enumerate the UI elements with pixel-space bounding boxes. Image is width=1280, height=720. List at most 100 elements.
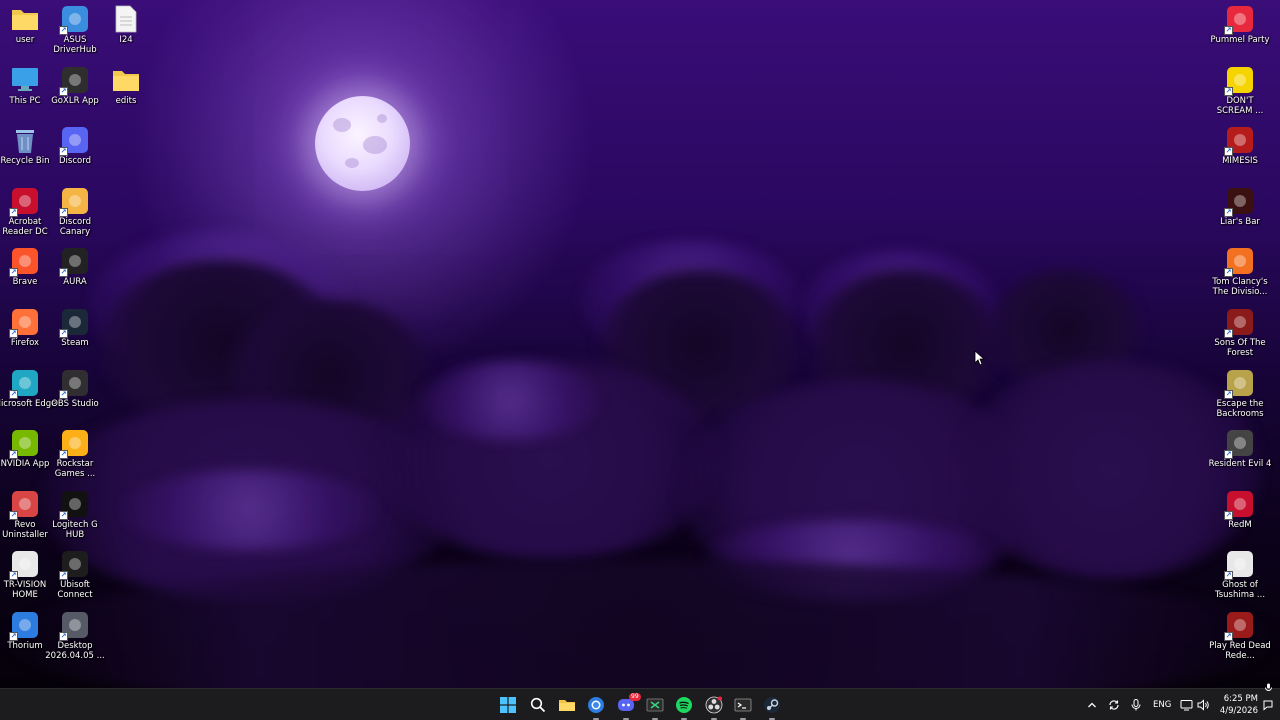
trvision-icon: ↗	[9, 550, 39, 581]
redm-icon: ↗	[1224, 490, 1254, 520]
steam-taskbar-button[interactable]	[760, 693, 784, 720]
desktop-icon-don-t-scream[interactable]: ↗ DON'T SCREAM ...	[1213, 66, 1267, 116]
desktop-icon-ghost-of-tsushima[interactable]: ↗ Ghost of Tsushima ...	[1213, 550, 1267, 600]
clock-date: 4/9/2026	[1219, 706, 1258, 716]
brave-icon: ↗	[9, 247, 39, 278]
ghost-tsushima-icon: ↗	[1224, 550, 1254, 581]
shortcut-arrow-icon: ↗	[59, 571, 68, 581]
desktop-icon-resident-evil-4[interactable]: ↗ Resident Evil 4	[1209, 429, 1271, 469]
notification-center-button[interactable]	[1258, 693, 1278, 717]
folder-icon	[112, 66, 140, 94]
desktop-icon-mimesis[interactable]: ↗ MIMESIS	[1213, 126, 1267, 166]
shortcut-arrow-icon: ↗	[9, 632, 18, 641]
video-file-icon: ↗	[59, 611, 89, 641]
mouse-cursor-icon	[974, 350, 986, 366]
thorium-taskbar-button[interactable]	[584, 693, 608, 720]
network-tray-button[interactable]	[1176, 693, 1196, 717]
shortcut-arrow-icon: ↗	[59, 26, 68, 35]
shortcut-arrow-icon: ↗	[59, 147, 68, 157]
microphone-tray-button[interactable]	[1126, 693, 1146, 717]
rockstar-icon: ↗	[59, 429, 89, 460]
shortcut-arrow-icon: ↗	[9, 450, 18, 460]
desktop-icon-label: Rockstar Games ...	[54, 459, 96, 480]
desktop-icon-play-red-dead-rede[interactable]: ↗ Play Red Dead Rede...	[1209, 611, 1271, 661]
shortcut-arrow-icon: ↗	[1224, 389, 1233, 399]
terminal-icon	[734, 698, 752, 712]
desktop-icon-label: I24	[119, 35, 133, 45]
desktop-icon-escape-the-backrooms[interactable]: ↗ Escape the Backrooms	[1213, 369, 1267, 419]
shortcut-arrow-icon: ↗	[1224, 207, 1233, 217]
desktop-icon-label: edits	[115, 95, 137, 106]
goxlr-taskbar-button[interactable]	[643, 693, 667, 720]
shortcut-arrow-icon: ↗	[9, 571, 18, 581]
chevron-up-icon	[1088, 702, 1096, 708]
pummel-party-icon: ↗	[1224, 5, 1254, 35]
desktop-icon-obs-studio[interactable]: ↗ OBS Studio	[48, 369, 102, 409]
discord-taskbar-button[interactable]: 99	[614, 693, 641, 720]
shortcut-arrow-icon: ↗	[9, 389, 18, 399]
desktop-icon-aura[interactable]: ↗ AURA	[48, 247, 102, 287]
revo-icon: ↗	[9, 490, 39, 520]
logitech-icon: ↗	[59, 490, 89, 520]
thorium-icon: ↗	[9, 611, 39, 641]
microphone-icon	[1131, 699, 1141, 711]
desktop-icon-label: DON'T SCREAM ...	[1216, 95, 1264, 116]
desktop-icon-logitech-g-hub[interactable]: ↗ Logitech G HUB	[48, 490, 102, 540]
desktop-icon-label: MIMESIS	[1222, 156, 1258, 167]
desktop-icon-redm[interactable]: ↗ RedM	[1213, 490, 1267, 530]
notification-icon	[1263, 700, 1273, 711]
desktop-icon-rockstar-games[interactable]: ↗ Rockstar Games ...	[48, 429, 102, 479]
desktop-icon-sons-of-the-forest[interactable]: ↗ Sons Of The Forest	[1213, 308, 1267, 358]
desktop-icon-liar-s-bar[interactable]: ↗ Liar's Bar	[1213, 187, 1267, 227]
desktop-icon-edits[interactable]: edits	[99, 66, 153, 106]
thorium-icon	[588, 697, 604, 713]
shortcut-arrow-icon: ↗	[59, 632, 68, 641]
folder-icon	[559, 700, 575, 711]
obs-taskbar-button[interactable]	[702, 693, 726, 720]
sync-tray-button[interactable]	[1104, 693, 1124, 717]
shortcut-arrow-icon: ↗	[9, 510, 18, 520]
discord-icon: ↗	[59, 126, 89, 157]
folder-icon	[11, 5, 39, 33]
clock[interactable]: 6:25 PM 4/9/2026	[1214, 694, 1258, 716]
shortcut-arrow-icon: ↗	[59, 329, 68, 338]
desktop-icon-tom-clancy-s-the-divisio[interactable]: ↗ Tom Clancy's The Divisio...	[1212, 247, 1268, 297]
start-button[interactable]	[496, 693, 520, 717]
spotify-taskbar-button[interactable]	[672, 693, 696, 720]
shortcut-arrow-icon: ↗	[59, 510, 68, 520]
desktop-icon-label: Pummel Party	[1210, 35, 1270, 45]
aura-icon: ↗	[59, 247, 89, 278]
gear-icon: ↗	[59, 5, 89, 35]
desktop-icon-label: Desktop 2026.04.05 ...	[45, 641, 105, 661]
desktop-icon-label: RedM	[1228, 519, 1252, 530]
desktop-icon-discord-canary[interactable]: ↗ Discord Canary	[48, 187, 102, 237]
desktop-icon-ubisoft-connect[interactable]: ↗ Ubisoft Connect	[48, 550, 102, 600]
desktop-icon-i24[interactable]: I24	[99, 5, 153, 45]
speaker-icon	[1197, 699, 1209, 711]
terminal-taskbar-button[interactable]	[731, 693, 755, 720]
search-button[interactable]	[526, 693, 550, 717]
recycle-bin-icon	[11, 126, 39, 154]
goxlr-icon: ↗	[59, 66, 89, 96]
desktop-icon-asus-driverhub[interactable]: ↗ ASUS DriverHub	[48, 5, 102, 55]
file-explorer-button[interactable]	[555, 693, 579, 717]
sons-forest-icon: ↗	[1224, 308, 1254, 338]
mimesis-icon: ↗	[1224, 126, 1254, 157]
shortcut-arrow-icon: ↗	[1224, 147, 1233, 157]
volume-tray-button[interactable]	[1194, 693, 1212, 717]
shortcut-arrow-icon: ↗	[1224, 329, 1233, 338]
desktop-icon-steam[interactable]: ↗ Steam	[48, 308, 102, 348]
shortcut-arrow-icon: ↗	[1224, 510, 1233, 520]
show-hidden-icons-button[interactable]	[1082, 693, 1102, 717]
desktop-icon-discord[interactable]: ↗ Discord	[48, 126, 102, 166]
desktop-icon-label: Discord Canary	[59, 216, 91, 237]
desktop-icon-label: OBS Studio	[51, 398, 99, 409]
desktop-icon-label: Liar's Bar	[1220, 216, 1260, 227]
discord-badge: 99	[629, 693, 641, 701]
shortcut-arrow-icon: ↗	[1224, 26, 1233, 35]
shortcut-arrow-icon: ↗	[1224, 268, 1233, 278]
desktop-icon-pummel-party[interactable]: ↗ Pummel Party	[1210, 5, 1270, 45]
language-indicator[interactable]: ENG	[1153, 700, 1171, 710]
re4-icon: ↗	[1224, 429, 1254, 460]
desktop-icon-desktop-2026-04-05[interactable]: ↗ Desktop 2026.04.05 ...	[45, 611, 105, 661]
